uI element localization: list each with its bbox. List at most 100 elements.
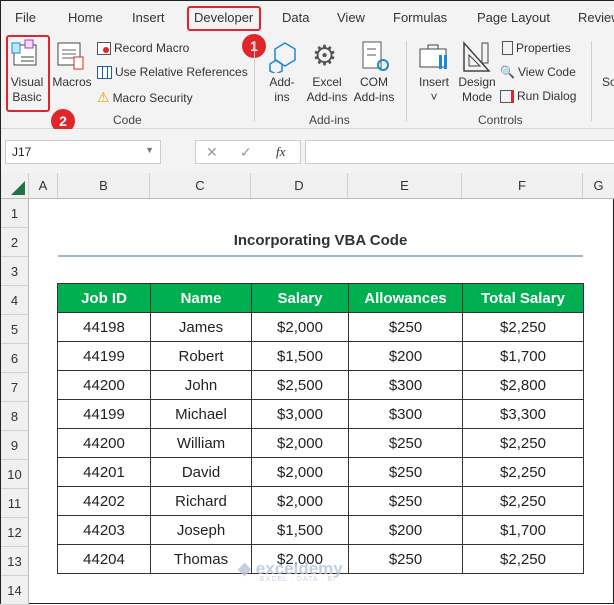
table-cell[interactable]: $2,250 bbox=[462, 428, 584, 458]
table-cell[interactable]: $250 bbox=[348, 457, 463, 487]
header-name[interactable]: Name bbox=[150, 283, 252, 313]
table-cell[interactable]: Richard bbox=[150, 486, 252, 516]
table-cell[interactable]: Michael bbox=[150, 399, 252, 429]
table-cell[interactable]: $2,250 bbox=[462, 457, 584, 487]
header-allowances[interactable]: Allowances bbox=[348, 283, 463, 313]
table-cell[interactable]: $2,800 bbox=[462, 370, 584, 400]
table-cell[interactable]: 44204 bbox=[57, 544, 151, 574]
fx-icon[interactable]: fx bbox=[276, 144, 285, 160]
table-cell[interactable]: $2,250 bbox=[462, 312, 584, 342]
tab-view[interactable]: View bbox=[337, 10, 365, 25]
run-dialog-button[interactable]: Run Dialog bbox=[500, 89, 576, 103]
table-cell[interactable]: $200 bbox=[348, 341, 463, 371]
column-header-e[interactable]: E bbox=[348, 173, 462, 199]
table-cell[interactable]: $1,500 bbox=[251, 515, 349, 545]
record-macro-button[interactable]: Record Macro bbox=[97, 41, 189, 55]
table-cell[interactable]: Joseph bbox=[150, 515, 252, 545]
tab-insert[interactable]: Insert bbox=[132, 10, 165, 25]
insert-control-button[interactable]: Insert ˅ bbox=[415, 75, 453, 105]
header-job-id[interactable]: Job ID bbox=[57, 283, 151, 313]
formula-input[interactable] bbox=[305, 140, 614, 164]
table-cell[interactable]: 44199 bbox=[57, 399, 151, 429]
row-header[interactable]: 3 bbox=[1, 257, 29, 286]
row-header[interactable]: 14 bbox=[1, 576, 29, 605]
com-addins-button[interactable]: COM Add-ins bbox=[351, 75, 397, 105]
select-all-corner[interactable] bbox=[1, 173, 29, 199]
table-cell[interactable]: $250 bbox=[348, 544, 463, 574]
table-cell[interactable]: $300 bbox=[348, 399, 463, 429]
row-header[interactable]: 12 bbox=[1, 518, 29, 547]
tab-formulas[interactable]: Formulas bbox=[393, 10, 447, 25]
table-cell[interactable]: Robert bbox=[150, 341, 252, 371]
source-button-partial[interactable]: So bbox=[602, 75, 614, 90]
table-cell[interactable]: $2,250 bbox=[462, 486, 584, 516]
table-cell[interactable]: $250 bbox=[348, 428, 463, 458]
tab-review[interactable]: Review bbox=[578, 10, 614, 25]
macro-security-button[interactable]: ⚠ Macro Security bbox=[97, 89, 193, 106]
table-cell[interactable]: $2,000 bbox=[251, 486, 349, 516]
table-cell[interactable]: David bbox=[150, 457, 252, 487]
table-cell[interactable]: $3,000 bbox=[251, 399, 349, 429]
table-cell[interactable]: William bbox=[150, 428, 252, 458]
cancel-icon[interactable]: ✕ bbox=[206, 144, 218, 161]
row-header[interactable]: 10 bbox=[1, 460, 29, 489]
tab-home[interactable]: Home bbox=[68, 10, 103, 25]
column-header-b[interactable]: B bbox=[58, 173, 150, 199]
table-cell[interactable]: $2,250 bbox=[462, 544, 584, 574]
table-cell[interactable]: $250 bbox=[348, 486, 463, 516]
column-header-d[interactable]: D bbox=[251, 173, 348, 199]
macros-button[interactable]: Macros bbox=[51, 75, 93, 90]
use-relative-references-button[interactable]: Use Relative References bbox=[97, 65, 248, 79]
table-cell[interactable]: $1,700 bbox=[462, 341, 584, 371]
header-total-salary[interactable]: Total Salary bbox=[462, 283, 584, 313]
row-header[interactable]: 4 bbox=[1, 286, 29, 315]
table-cell[interactable]: $2,000 bbox=[251, 428, 349, 458]
toolbox-icon bbox=[419, 44, 447, 69]
table-cell[interactable]: 44199 bbox=[57, 341, 151, 371]
tab-data[interactable]: Data bbox=[282, 10, 309, 25]
table-cell[interactable]: Thomas bbox=[150, 544, 252, 574]
table-cell[interactable]: $2,500 bbox=[251, 370, 349, 400]
row-header[interactable]: 1 bbox=[1, 199, 29, 228]
excel-addins-button[interactable]: Excel Add-ins bbox=[303, 75, 351, 105]
table-cell[interactable]: $1,500 bbox=[251, 341, 349, 371]
enter-icon[interactable]: ✓ bbox=[240, 144, 252, 161]
properties-button[interactable]: Properties bbox=[502, 41, 571, 55]
row-header[interactable]: 9 bbox=[1, 431, 29, 460]
column-header-f[interactable]: F bbox=[462, 173, 583, 199]
column-header-c[interactable]: C bbox=[150, 173, 251, 199]
design-mode-button[interactable]: Design Mode bbox=[456, 75, 498, 105]
name-box[interactable]: J17 ▼ bbox=[5, 140, 161, 164]
column-header-g[interactable]: G bbox=[583, 173, 614, 199]
column-header-a[interactable]: A bbox=[29, 173, 58, 199]
table-cell[interactable]: 44198 bbox=[57, 312, 151, 342]
row-header[interactable]: 13 bbox=[1, 547, 29, 576]
table-cell[interactable]: $2,000 bbox=[251, 457, 349, 487]
row-header[interactable]: 5 bbox=[1, 315, 29, 344]
row-header[interactable]: 8 bbox=[1, 402, 29, 431]
table-cell[interactable]: $1,700 bbox=[462, 515, 584, 545]
table-cell[interactable]: $250 bbox=[348, 312, 463, 342]
row-header[interactable]: 7 bbox=[1, 373, 29, 402]
tab-page-layout[interactable]: Page Layout bbox=[477, 10, 550, 25]
tab-file[interactable]: File bbox=[15, 10, 36, 25]
table-cell[interactable]: James bbox=[150, 312, 252, 342]
table-cell[interactable]: 44200 bbox=[57, 370, 151, 400]
table-cell[interactable]: $300 bbox=[348, 370, 463, 400]
view-code-button[interactable]: 🔍 View Code bbox=[500, 65, 576, 79]
table-cell[interactable]: 44201 bbox=[57, 457, 151, 487]
addins-icon bbox=[269, 42, 296, 73]
table-cell[interactable]: $3,300 bbox=[462, 399, 584, 429]
dropdown-icon[interactable]: ▼ bbox=[145, 145, 154, 155]
header-salary[interactable]: Salary bbox=[251, 283, 349, 313]
table-cell[interactable]: 44200 bbox=[57, 428, 151, 458]
addins-button[interactable]: Add-ins bbox=[263, 75, 301, 105]
row-header[interactable]: 2 bbox=[1, 228, 29, 257]
table-cell[interactable]: John bbox=[150, 370, 252, 400]
table-cell[interactable]: 44203 bbox=[57, 515, 151, 545]
table-cell[interactable]: $2,000 bbox=[251, 312, 349, 342]
row-header[interactable]: 11 bbox=[1, 489, 29, 518]
table-cell[interactable]: $200 bbox=[348, 515, 463, 545]
table-cell[interactable]: 44202 bbox=[57, 486, 151, 516]
row-header[interactable]: 6 bbox=[1, 344, 29, 373]
